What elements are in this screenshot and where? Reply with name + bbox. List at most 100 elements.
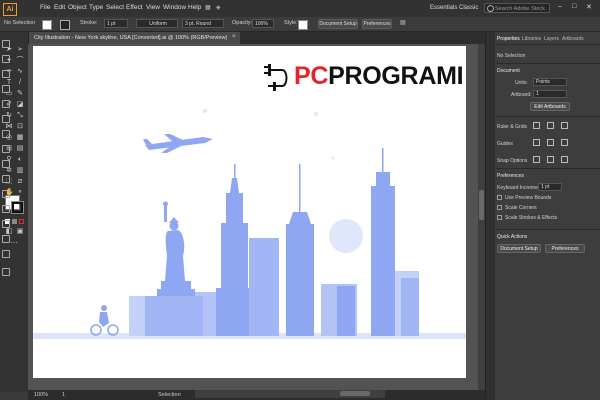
artboard-select[interactable]: 1	[533, 90, 567, 98]
tab-artboards[interactable]: Artboards	[562, 36, 584, 42]
close-tab-icon[interactable]: ×	[232, 34, 236, 40]
divider	[495, 229, 600, 230]
scale-corners-checkbox[interactable]	[497, 205, 502, 210]
perspective-grid-tool-icon[interactable]: ▦	[16, 134, 24, 142]
edit-toolbar-icon[interactable]: ⋯	[10, 240, 18, 248]
smart-guides-icon[interactable]	[561, 139, 568, 146]
artboard-navigator[interactable]: 1	[62, 392, 65, 398]
cyclist	[90, 305, 119, 336]
units-select[interactable]: Points	[533, 78, 567, 86]
artboard[interactable]	[33, 46, 466, 378]
lasso-tool-icon[interactable]: ⌒	[16, 57, 24, 65]
menu-type[interactable]: Type	[89, 4, 103, 11]
style-swatch[interactable]	[298, 20, 308, 30]
stroke-swatch[interactable]	[60, 20, 70, 30]
screen-mode-icon[interactable]: ▣	[16, 228, 24, 236]
tab-libraries[interactable]: Libraries	[522, 36, 541, 42]
bridge-icon[interactable]: ▦	[205, 4, 211, 11]
workspace-switcher[interactable]: Essentials Classic	[430, 3, 480, 14]
brushes-panel-icon[interactable]	[2, 70, 10, 78]
graphic-styles-panel-icon[interactable]	[2, 160, 10, 168]
airplane	[143, 134, 213, 153]
transparency-grid-icon[interactable]	[561, 122, 568, 129]
slice-tool-icon[interactable]: ⧄	[16, 178, 24, 186]
preferences-button[interactable]: Preferences	[362, 19, 392, 29]
keyboard-increment-field[interactable]: 1 pt	[538, 183, 562, 191]
vertical-scroll-thumb[interactable]	[479, 190, 484, 220]
graph-tool-icon[interactable]: ▥	[16, 167, 24, 175]
paintbrush-tool-icon[interactable]: ✎	[16, 90, 24, 98]
transparency-panel-icon[interactable]	[2, 130, 10, 138]
menu-object[interactable]: Object	[68, 4, 87, 11]
gradient-mode-icon[interactable]	[12, 219, 17, 224]
direct-selection-tool-icon[interactable]: ➢	[16, 46, 24, 54]
menu-help[interactable]: Help	[188, 4, 201, 11]
snap-to-pixel-icon[interactable]	[561, 156, 568, 163]
document-tab[interactable]: City Illustration - New York skyline, US…	[28, 32, 240, 44]
arrange-documents-icon[interactable]: ▤	[400, 19, 406, 26]
stroke-weight-field[interactable]: 1 pt	[104, 19, 128, 28]
building-small	[337, 286, 355, 336]
menu-file[interactable]: File	[40, 4, 50, 11]
line-tool-icon[interactable]: /	[16, 79, 24, 87]
curvature-tool-icon[interactable]: ∿	[16, 68, 24, 76]
eraser-tool-icon[interactable]: ◪	[16, 101, 24, 109]
menu-effect[interactable]: Effect	[126, 4, 143, 11]
rulers-icon[interactable]	[533, 122, 540, 129]
menu-window[interactable]: Window	[163, 4, 186, 11]
arrange-icon[interactable]: ◈	[216, 4, 221, 11]
transform-panel-icon[interactable]	[2, 235, 10, 243]
gradient-panel-icon[interactable]	[2, 115, 10, 123]
close-icon[interactable]: ✕	[586, 3, 592, 11]
tab-properties[interactable]: Properties	[497, 36, 520, 42]
stroke-color-icon[interactable]	[11, 201, 24, 214]
symbol-sprayer-tool-icon[interactable]: ✲	[5, 167, 13, 175]
snap-to-point-icon[interactable]	[533, 156, 540, 163]
menu-view[interactable]: View	[146, 4, 160, 11]
maximize-icon[interactable]: □	[572, 3, 576, 10]
logo-main-text: PROGRAMI	[328, 62, 464, 90]
star	[314, 112, 318, 116]
quick-preferences-button[interactable]: Preferences	[545, 244, 585, 253]
grid-icon[interactable]	[547, 122, 554, 129]
zoom-level[interactable]: 100%	[34, 392, 48, 398]
lock-guides-icon[interactable]	[547, 139, 554, 146]
edit-artboards-button[interactable]: Edit Artboards	[530, 102, 570, 111]
tab-layers[interactable]: Layers	[544, 36, 559, 42]
one-world-trade-center	[286, 164, 314, 336]
use-preview-bounds-checkbox[interactable]	[497, 195, 502, 200]
guides-heading: Guides	[497, 141, 513, 147]
scale-tool-icon[interactable]: ⤡	[16, 112, 24, 120]
horizontal-scroll-thumb[interactable]	[340, 391, 370, 396]
swatches-panel-icon[interactable]	[2, 55, 10, 63]
stroke-profile-label: Uniform	[149, 21, 167, 27]
document-setup-button[interactable]: Document Setup	[318, 19, 358, 29]
opacity-field[interactable]: 100%	[252, 19, 274, 28]
stroke-panel-icon[interactable]	[2, 100, 10, 108]
menu-select[interactable]: Select	[106, 4, 124, 11]
layers-panel-icon[interactable]	[2, 268, 10, 276]
symbols-panel-icon[interactable]	[2, 85, 10, 93]
stroke-label: Stroke:	[80, 20, 98, 26]
character-panel-icon[interactable]	[2, 175, 10, 183]
quick-document-setup-button[interactable]: Document Setup	[497, 244, 541, 253]
free-transform-tool-icon[interactable]: ⊡	[16, 123, 24, 131]
scale-strokes-checkbox[interactable]	[497, 215, 502, 220]
show-guides-icon[interactable]	[533, 139, 540, 146]
none-mode-icon[interactable]	[19, 219, 24, 224]
blend-tool-icon[interactable]: ◐	[16, 156, 24, 164]
chrysler-building	[371, 148, 395, 336]
stroke-profile-select[interactable]: Uniform	[136, 19, 178, 28]
menu-edit[interactable]: Edit	[54, 4, 65, 11]
align-panel-icon[interactable]	[2, 205, 10, 213]
minimize-icon[interactable]: –	[558, 3, 562, 10]
links-panel-icon[interactable]	[2, 250, 10, 258]
appearance-panel-icon[interactable]	[2, 145, 10, 153]
paragraph-panel-icon[interactable]	[2, 190, 10, 198]
pathfinder-panel-icon[interactable]	[2, 220, 10, 228]
brush-select[interactable]: 3 pt. Round	[182, 19, 224, 28]
snap-to-grid-icon[interactable]	[547, 156, 554, 163]
gradient-tool-icon[interactable]: ▤	[16, 145, 24, 153]
fill-swatch[interactable]	[42, 20, 52, 30]
color-panel-icon[interactable]	[2, 40, 10, 48]
